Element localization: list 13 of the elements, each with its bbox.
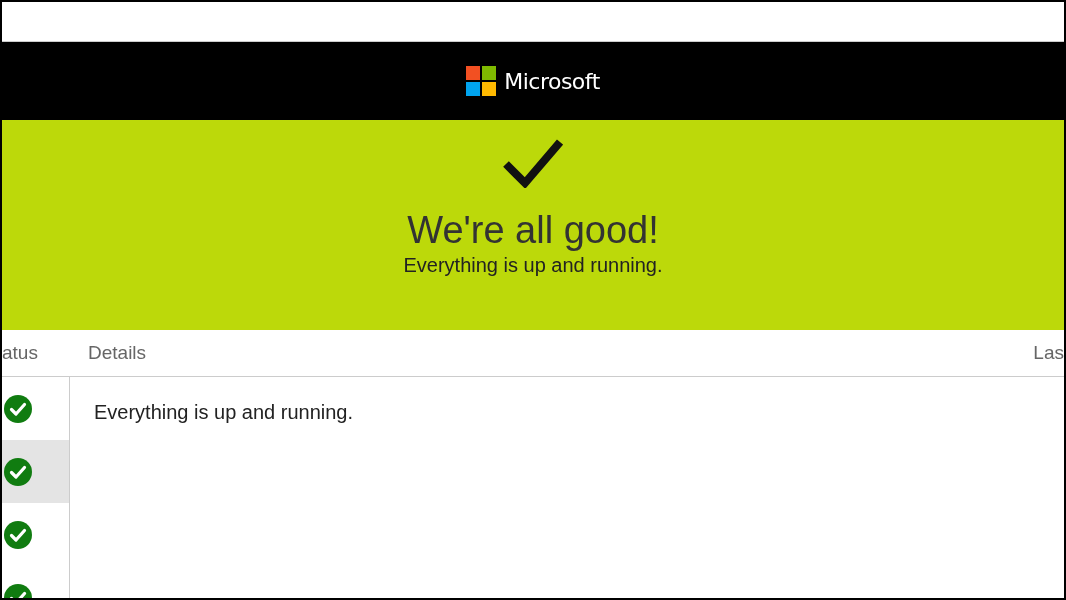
banner-subtitle: Everything is up and running. [403,253,663,277]
check-circle-icon [4,394,32,423]
logo-icon [466,66,497,96]
check-circle-icon [4,520,32,549]
details-text: Everything is up and running. [94,401,354,423]
brand-name: Microsoft [504,68,600,94]
checkmark-icon [503,138,563,188]
column-header[interactable]: Las [1033,342,1064,364]
check-circle-icon [4,457,32,486]
banner-title: We're all good! [407,210,659,252]
column-header[interactable]: atus [2,342,88,364]
column-header[interactable]: Details [88,342,147,364]
status-row[interactable] [2,440,69,503]
